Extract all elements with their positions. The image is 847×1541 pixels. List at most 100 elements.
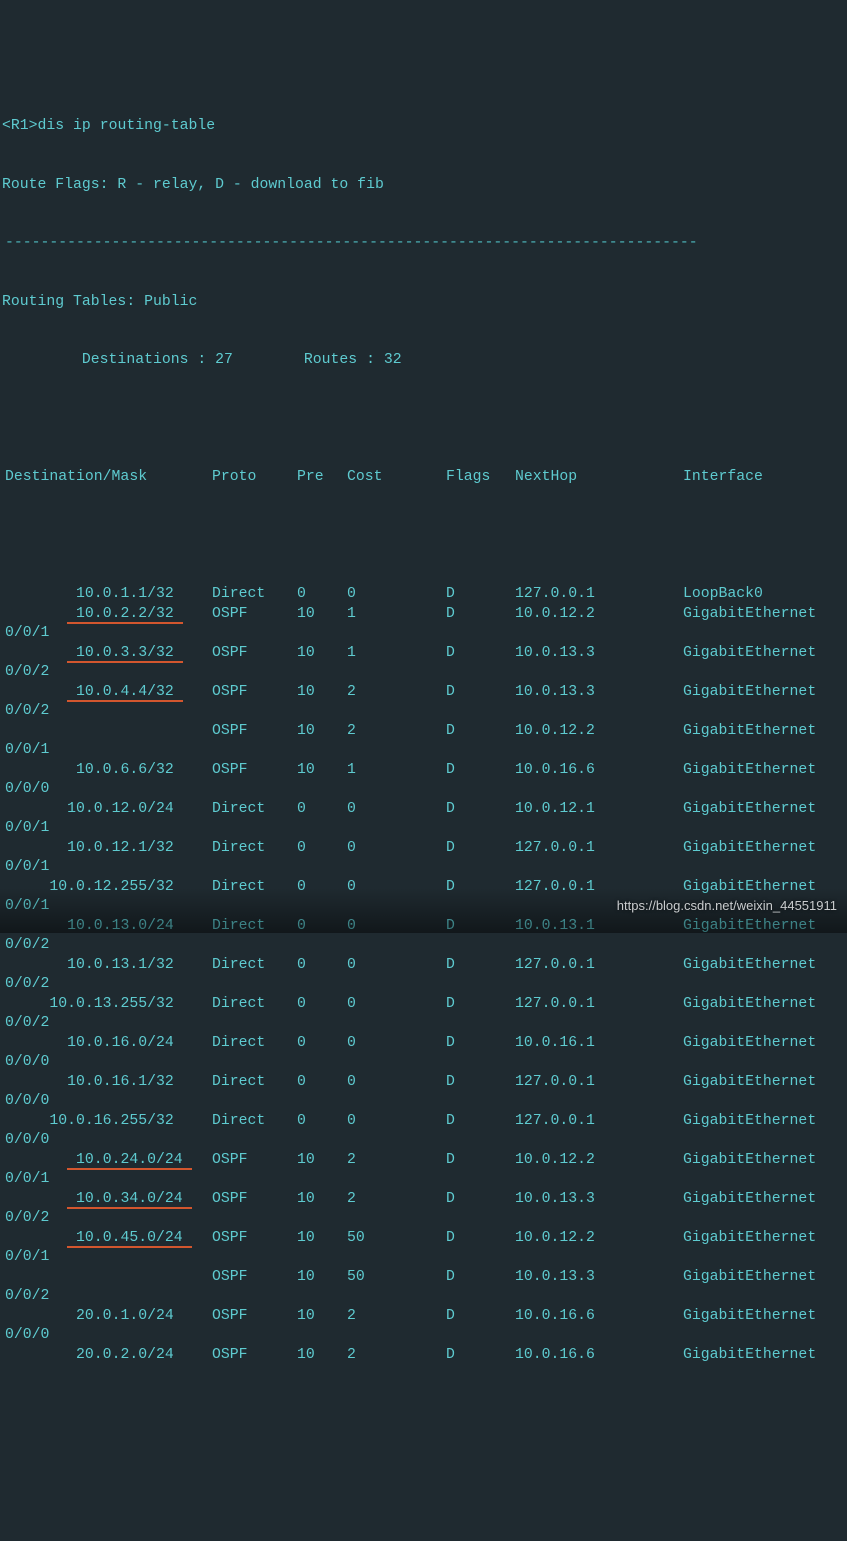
cell-interface-wrap: 0/0/0 — [2, 1053, 845, 1073]
cell-proto: OSPF — [212, 722, 297, 742]
cell-cost: 2 — [347, 1151, 446, 1171]
cell-nexthop: 10.0.13.3 — [515, 1190, 683, 1210]
table-row: 10.0.1.1/32Direct00D127.0.0.1LoopBack0 — [2, 585, 845, 605]
prompt-prefix: <R1> — [2, 118, 38, 134]
cell-interface-wrap: 0/0/2 — [2, 975, 845, 995]
cell-interface-wrap: 0/0/2 — [2, 702, 845, 722]
cell-flags: D — [446, 917, 515, 937]
cell-cost: 0 — [347, 585, 446, 605]
hdr-cost: Cost — [347, 468, 446, 488]
cell-cost: 0 — [347, 839, 446, 859]
cell-interface-wrap: 0/0/1 — [2, 624, 845, 644]
cell-destination: 10.0.13.255/32 — [2, 995, 212, 1015]
cell-interface-wrap: 0/0/2 — [2, 663, 845, 683]
divider: ----------------------------------------… — [2, 234, 845, 254]
cell-flags: D — [446, 1229, 515, 1249]
tables-header: Routing Tables: Public — [2, 293, 845, 313]
cell-interface: GigabitEthernet — [683, 761, 845, 781]
table-row: 10.0.16.255/32Direct00D127.0.0.1GigabitE… — [2, 1112, 845, 1132]
table-row: 20.0.2.0/24OSPF102D10.0.16.6GigabitEther… — [2, 1346, 845, 1366]
cell-proto: OSPF — [212, 1268, 297, 1288]
cell-nexthop: 127.0.0.1 — [515, 585, 683, 605]
cell-nexthop: 10.0.12.2 — [515, 1229, 683, 1249]
terminal-output: <R1>dis ip routing-table Route Flags: R … — [0, 78, 847, 1385]
table-row: 10.0.13.0/24Direct00D10.0.13.1GigabitEth… — [2, 917, 845, 937]
cell-destination: 10.0.45.0/24 — [2, 1229, 212, 1249]
cell-interface-wrap: 0/0/2 — [2, 1014, 845, 1034]
cell-proto: OSPF — [212, 1229, 297, 1249]
cell-pre: 10 — [297, 683, 347, 703]
cell-interface: GigabitEthernet — [683, 605, 845, 625]
table-row: 10.0.12.0/24Direct00D10.0.12.1GigabitEth… — [2, 800, 845, 820]
hdr-destination: Destination/Mask — [2, 468, 212, 488]
cell-destination: 10.0.1.1/32 — [2, 585, 212, 605]
hdr-interface: Interface — [683, 468, 845, 488]
cell-proto: Direct — [212, 1073, 297, 1093]
hdr-pre: Pre — [297, 468, 347, 488]
cell-nexthop: 10.0.16.6 — [515, 1346, 683, 1366]
cell-flags: D — [446, 1151, 515, 1171]
cell-nexthop: 10.0.13.3 — [515, 644, 683, 664]
cell-destination: 10.0.16.1/32 — [2, 1073, 212, 1093]
table-row: 10.0.3.3/32 OSPF101D10.0.13.3GigabitEthe… — [2, 644, 845, 664]
cell-nexthop: 10.0.13.3 — [515, 1268, 683, 1288]
cell-destination: 10.0.16.0/24 — [2, 1034, 212, 1054]
table-row: 10.0.34.0/24 OSPF102D10.0.13.3GigabitEth… — [2, 1190, 845, 1210]
table-row: 10.0.16.1/32Direct00D127.0.0.1GigabitEth… — [2, 1073, 845, 1093]
cell-destination: 10.0.2.2/32 — [2, 605, 212, 625]
cell-nexthop: 10.0.12.2 — [515, 605, 683, 625]
cell-cost: 0 — [347, 1112, 446, 1132]
cell-nexthop: 10.0.16.6 — [515, 1307, 683, 1327]
cell-cost: 0 — [347, 1073, 446, 1093]
cell-interface-wrap: 0/0/0 — [2, 780, 845, 800]
cell-destination: 10.0.12.1/32 — [2, 839, 212, 859]
cell-flags: D — [446, 683, 515, 703]
cell-interface-wrap: 0/0/0 — [2, 1131, 845, 1151]
cell-interface: GigabitEthernet — [683, 839, 845, 859]
cell-pre: 10 — [297, 644, 347, 664]
cell-pre: 0 — [297, 1034, 347, 1054]
cell-interface-wrap: 0/0/1 — [2, 1248, 845, 1268]
cell-interface: GigabitEthernet — [683, 1346, 845, 1366]
cell-flags: D — [446, 995, 515, 1015]
cell-interface-wrap: 0/0/1 — [2, 741, 845, 761]
cell-nexthop: 10.0.16.1 — [515, 1034, 683, 1054]
cell-nexthop: 127.0.0.1 — [515, 1073, 683, 1093]
cell-nexthop: 10.0.12.2 — [515, 722, 683, 742]
cell-flags: D — [446, 722, 515, 742]
cell-interface: GigabitEthernet — [683, 1229, 845, 1249]
cell-pre: 0 — [297, 878, 347, 898]
cell-destination: 10.0.13.1/32 — [2, 956, 212, 976]
cell-flags: D — [446, 761, 515, 781]
table-row: 10.0.12.255/32Direct00D127.0.0.1GigabitE… — [2, 878, 845, 898]
cell-proto: Direct — [212, 917, 297, 937]
watermark: https://blog.csdn.net/weixin_44551911 — [617, 896, 837, 916]
cell-pre: 10 — [297, 761, 347, 781]
prompt-line[interactable]: <R1>dis ip routing-table — [2, 117, 845, 137]
cell-cost: 2 — [347, 1307, 446, 1327]
cell-nexthop: 10.0.12.1 — [515, 800, 683, 820]
cell-pre: 0 — [297, 1112, 347, 1132]
cell-flags: D — [446, 839, 515, 859]
column-header: Destination/Mask Proto Pre Cost Flags Ne… — [2, 468, 845, 488]
cell-interface: GigabitEthernet — [683, 1112, 845, 1132]
cell-proto: Direct — [212, 800, 297, 820]
cell-cost: 0 — [347, 878, 446, 898]
cell-destination: 10.0.12.0/24 — [2, 800, 212, 820]
cell-interface-wrap: 0/0/1 — [2, 1170, 845, 1190]
cell-interface: GigabitEthernet — [683, 1073, 845, 1093]
cell-pre: 10 — [297, 1190, 347, 1210]
cell-interface: GigabitEthernet — [683, 1151, 845, 1171]
cell-destination: 10.0.4.4/32 — [2, 683, 212, 703]
counts-line: Destinations : 27 Routes : 32 — [2, 351, 845, 371]
cell-pre: 0 — [297, 1073, 347, 1093]
cell-destination: 20.0.1.0/24 — [2, 1307, 212, 1327]
cell-proto: Direct — [212, 585, 297, 605]
cell-pre: 10 — [297, 1346, 347, 1366]
cell-interface-wrap: 0/0/0 — [2, 1092, 845, 1112]
table-row: 10.0.13.255/32Direct00D127.0.0.1GigabitE… — [2, 995, 845, 1015]
cell-flags: D — [446, 1112, 515, 1132]
cell-pre: 0 — [297, 956, 347, 976]
cell-destination — [2, 722, 212, 742]
table-row: 10.0.4.4/32 OSPF102D10.0.13.3GigabitEthe… — [2, 683, 845, 703]
